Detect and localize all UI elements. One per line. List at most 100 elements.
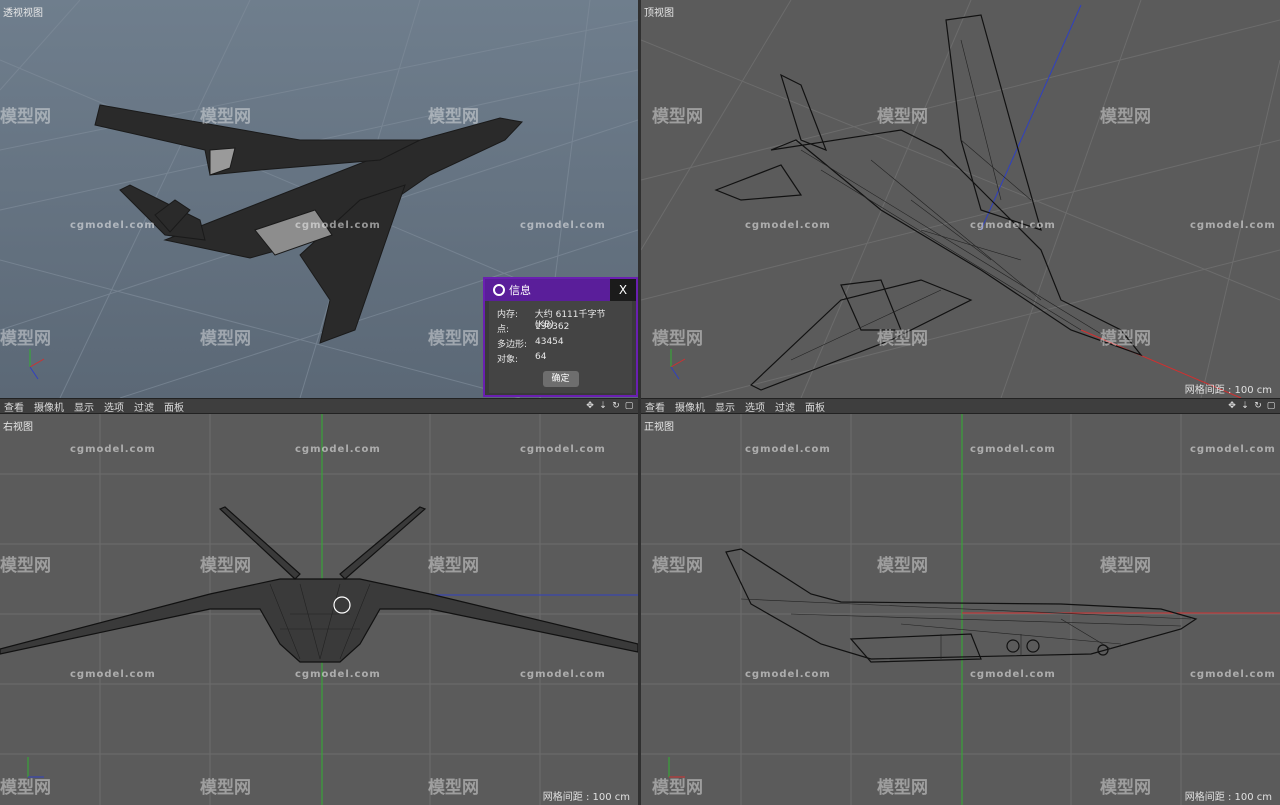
watermark-text: cgmodel.com [520, 220, 606, 231]
watermark-text: cgmodel.com [745, 220, 831, 231]
top-viewport[interactable]: 顶视图 网格间距 : 100 cm [641, 0, 1280, 398]
menu-filter[interactable]: 过滤 [775, 399, 795, 414]
viewport-label-perspective: 透视视图 [3, 8, 43, 19]
viewport-nav-icons: ✥ ⇣ ↻ ▢ [585, 401, 638, 411]
watermark-logo: 模型网 [652, 556, 703, 576]
menu-options[interactable]: 选项 [104, 399, 124, 414]
watermark-logo: 模型网 [428, 556, 479, 576]
front-scene [641, 414, 1280, 805]
info-key: 内存: [497, 310, 519, 320]
rotate-icon[interactable]: ↻ [611, 401, 621, 411]
menu-display[interactable]: 显示 [74, 399, 94, 414]
front-viewport[interactable]: 正视图 网格间距 : 100 cm [641, 414, 1280, 805]
maximize-icon[interactable]: ▢ [624, 401, 634, 411]
watermark-text: cgmodel.com [745, 669, 831, 680]
menu-view[interactable]: 查看 [645, 399, 665, 414]
watermark-text: cgmodel.com [70, 669, 156, 680]
watermark-text: cgmodel.com [970, 669, 1056, 680]
menu-panel[interactable]: 面板 [164, 399, 184, 414]
move-icon[interactable]: ✥ [1227, 401, 1237, 411]
watermark-logo: 模型网 [428, 778, 479, 798]
menu-panel[interactable]: 面板 [805, 399, 825, 414]
close-button[interactable]: X [610, 279, 636, 301]
info-key: 多边形: [497, 340, 528, 350]
watermark-text: cgmodel.com [1190, 669, 1276, 680]
app-logo-icon [493, 284, 505, 296]
dialog-title: 信息 [509, 284, 531, 297]
watermark-text: cgmodel.com [970, 444, 1056, 455]
watermark-text: cgmodel.com [295, 669, 381, 680]
right-viewport[interactable]: 右视图 网格间距 : 100 cm [0, 414, 638, 805]
watermark-logo: 模型网 [1100, 556, 1151, 576]
watermark-text: cgmodel.com [520, 669, 606, 680]
watermark-text: cgmodel.com [745, 444, 831, 455]
rotate-icon[interactable]: ↻ [1253, 401, 1263, 411]
watermark-text: cgmodel.com [70, 444, 156, 455]
zoom-icon[interactable]: ⇣ [598, 401, 608, 411]
menu-camera[interactable]: 摄像机 [34, 399, 64, 414]
info-value: 大约 6111千字节(KB) [534, 310, 606, 330]
watermark-text: cgmodel.com [70, 220, 156, 231]
right-scene [0, 414, 638, 805]
menu-display[interactable]: 显示 [715, 399, 735, 414]
zoom-icon[interactable]: ⇣ [1240, 401, 1250, 411]
dialog-header[interactable]: 信息 X [485, 279, 636, 301]
info-row-polygons: 多边形: 43454 [497, 337, 624, 352]
watermark-logo: 模型网 [652, 107, 703, 127]
viewport-menubar-right: 查看 摄像机 显示 选项 过滤 面板 ✥ ⇣ ↻ ▢ [641, 398, 1280, 414]
viewport-label-top: 顶视图 [644, 8, 674, 19]
info-value: 64 [535, 352, 547, 362]
axis-gizmo [663, 345, 693, 387]
info-row-memory: 内存: 大约 6111千字节(KB) [497, 307, 624, 330]
watermark-logo: 模型网 [1100, 107, 1151, 127]
viewport-menubar-left: 查看 摄像机 显示 选项 过滤 面板 ✥ ⇣ ↻ ▢ [0, 398, 638, 414]
watermark-logo: 模型网 [200, 329, 251, 349]
watermark-logo: 模型网 [200, 778, 251, 798]
watermark-logo: 模型网 [877, 556, 928, 576]
axis-gizmo [22, 345, 52, 387]
info-value: 130362 [535, 322, 570, 332]
watermark-text: cgmodel.com [295, 220, 381, 231]
viewport-label-right: 右视图 [3, 422, 33, 433]
axis-gizmo [661, 749, 691, 791]
top-scene [641, 0, 1280, 398]
watermark-text: cgmodel.com [520, 444, 606, 455]
viewport-label-front: 正视图 [644, 422, 674, 433]
watermark-logo: 模型网 [0, 556, 51, 576]
watermark-logo: 模型网 [877, 778, 928, 798]
info-value: 43454 [535, 337, 564, 347]
info-dialog: 信息 X 内存: 大约 6111千字节(KB) 点: 130362 多边形: 4… [483, 277, 638, 397]
menu-filter[interactable]: 过滤 [134, 399, 154, 414]
info-key: 对象: [497, 355, 519, 365]
grid-spacing-front: 网格间距 : 100 cm [1184, 792, 1272, 803]
info-row-objects: 对象: 64 [497, 352, 624, 367]
maximize-icon[interactable]: ▢ [1266, 401, 1276, 411]
menu-camera[interactable]: 摄像机 [675, 399, 705, 414]
menu-view[interactable]: 查看 [4, 399, 24, 414]
aircraft-wireframe-right [0, 506, 638, 663]
watermark-logo: 模型网 [200, 556, 251, 576]
move-icon[interactable]: ✥ [585, 401, 595, 411]
watermark-text: cgmodel.com [1190, 444, 1276, 455]
grid-spacing-right: 网格间距 : 100 cm [542, 792, 630, 803]
watermark-text: cgmodel.com [1190, 220, 1276, 231]
menu-options[interactable]: 选项 [745, 399, 765, 414]
ok-button[interactable]: 确定 [542, 371, 579, 387]
watermark-logo: 模型网 [0, 107, 51, 127]
viewport-nav-icons: ✥ ⇣ ↻ ▢ [1227, 401, 1280, 411]
watermark-text: cgmodel.com [295, 444, 381, 455]
info-key: 点: [497, 325, 510, 335]
watermark-logo: 模型网 [428, 107, 479, 127]
watermark-logo: 模型网 [1100, 329, 1151, 349]
watermark-logo: 模型网 [428, 329, 479, 349]
watermark-logo: 模型网 [200, 107, 251, 127]
axis-gizmo [20, 749, 50, 791]
info-row-points: 点: 130362 [497, 322, 624, 337]
grid-spacing-top: 网格间距 : 100 cm [1184, 385, 1272, 396]
watermark-logo: 模型网 [877, 329, 928, 349]
viewport-divider[interactable] [638, 0, 641, 805]
dialog-body: 内存: 大约 6111千字节(KB) 点: 130362 多边形: 43454 … [489, 301, 632, 393]
watermark-text: cgmodel.com [970, 220, 1056, 231]
watermark-logo: 模型网 [877, 107, 928, 127]
watermark-logo: 模型网 [1100, 778, 1151, 798]
